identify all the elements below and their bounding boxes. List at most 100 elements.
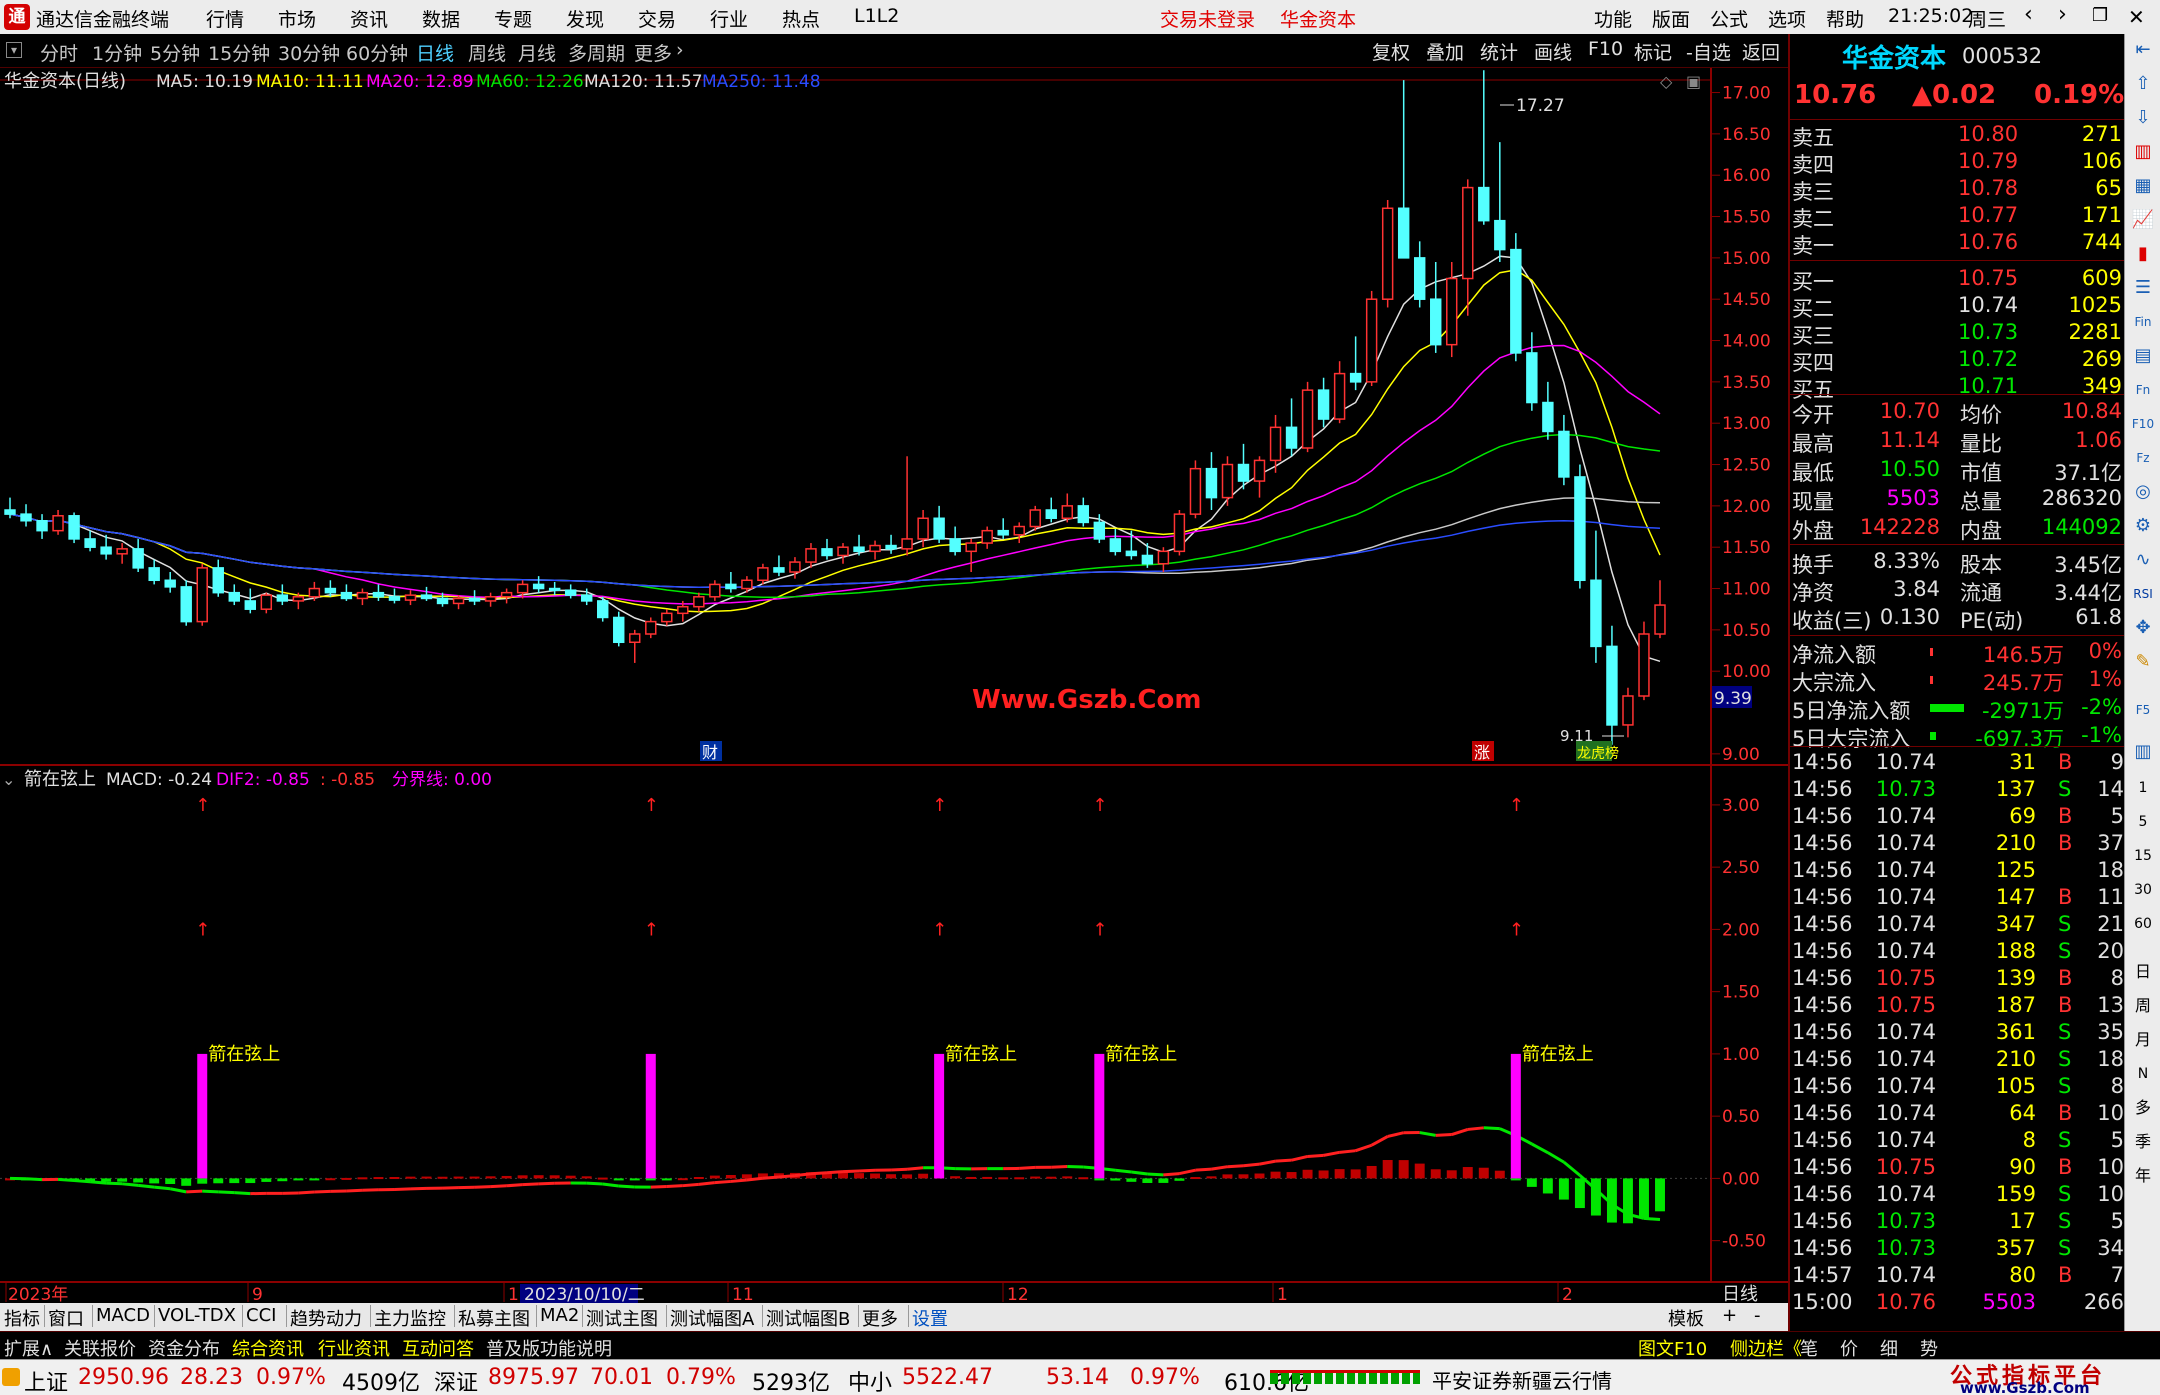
kline-chart[interactable]: 17.00 16.50 16.00 15.50 15.00 14.50 14.00 13.50…: [0, 68, 1788, 1305]
period-weekly[interactable]: 周线: [468, 39, 506, 66]
period-15-icon[interactable]: 15: [2131, 844, 2155, 868]
candle[interactable]: [356, 588, 369, 606]
fin-icon[interactable]: Fin: [2131, 310, 2155, 334]
candle[interactable]: [1622, 687, 1634, 738]
marker-cai[interactable]: 财: [702, 743, 718, 762]
candle[interactable]: [564, 584, 577, 599]
period-month-icon[interactable]: 月: [2131, 1028, 2155, 1052]
down-arrow-icon[interactable]: ⇩: [2131, 106, 2155, 130]
info-tab[interactable]: 关联报价: [64, 1335, 136, 1361]
indicator-tab[interactable]: 指标: [4, 1305, 40, 1331]
chevron-right-icon[interactable]: ›: [676, 39, 684, 61]
period-season-icon[interactable]: 季: [2131, 1130, 2155, 1154]
candle[interactable]: [340, 584, 353, 601]
candle[interactable]: [212, 559, 224, 597]
indicator-tab[interactable]: 窗口: [48, 1305, 84, 1331]
signal-marker[interactable]: ↑↑: [644, 795, 659, 1179]
signal-marker[interactable]: ↑ ↑ 箭在弦上: [932, 795, 1017, 1179]
candle[interactable]: [1205, 452, 1218, 510]
candle[interactable]: [1430, 262, 1442, 353]
candle[interactable]: [36, 514, 48, 539]
crosshair-icon[interactable]: ✥: [2131, 616, 2155, 640]
kline-icon[interactable]: ▮: [2131, 242, 2155, 266]
candle[interactable]: [500, 588, 513, 604]
candle[interactable]: [949, 526, 961, 556]
marker-longhu[interactable]: 龙虎榜: [1577, 745, 1619, 762]
tick-row[interactable]: 14:56 10.73 357 S 34: [1790, 1236, 2126, 1263]
candle[interactable]: [244, 588, 257, 614]
candle[interactable]: [901, 456, 913, 556]
login-status[interactable]: 交易未登录: [1160, 5, 1255, 32]
candle[interactable]: [1574, 464, 1586, 589]
candle[interactable]: [1189, 460, 1202, 519]
indicator-tab[interactable]: CCI: [246, 1305, 276, 1326]
candle[interactable]: [1157, 547, 1170, 572]
candle[interactable]: [228, 584, 240, 606]
tick-row[interactable]: 14:57 10.74 80 B 7: [1790, 1263, 2126, 1290]
order-book-row[interactable]: 卖三 10.78 65: [1790, 176, 2126, 204]
candle[interactable]: [1061, 493, 1073, 523]
menu-zixun[interactable]: 资讯: [350, 5, 388, 32]
menu-shichang[interactable]: 市场: [278, 5, 316, 32]
candle[interactable]: [372, 584, 385, 601]
panel-menu-icon[interactable]: ▾: [6, 42, 22, 58]
menu-shuju[interactable]: 数据: [422, 5, 460, 32]
candle[interactable]: [1253, 456, 1266, 498]
candle[interactable]: [1221, 456, 1234, 506]
tick-row[interactable]: 14:56 10.74 69 B 5: [1790, 804, 2126, 831]
wave-icon[interactable]: ∿: [2131, 548, 2155, 572]
order-book-row[interactable]: 卖二 10.77 171: [1790, 203, 2126, 231]
order-book-row[interactable]: 卖四 10.79 106: [1790, 149, 2126, 177]
menu-banmian[interactable]: 版面: [1652, 5, 1690, 32]
info-right-button[interactable]: 细: [1880, 1335, 1898, 1361]
candle[interactable]: [404, 590, 417, 606]
menu-redian[interactable]: 热点: [782, 5, 820, 32]
candle[interactable]: [965, 538, 977, 572]
tab-bar-right-button[interactable]: 模板: [1668, 1305, 1704, 1331]
tool-biaoji[interactable]: 标记: [1634, 38, 1672, 65]
tick-row[interactable]: 14:56 10.74 347 S 21: [1790, 912, 2126, 939]
tools-icon[interactable]: ⚙: [2131, 514, 2155, 538]
close-window-icon[interactable]: ✕: [2128, 5, 2145, 29]
order-book-row[interactable]: 卖一 10.76 744: [1790, 230, 2126, 258]
tick-row[interactable]: 15:00 10.76 5503 266: [1790, 1290, 2126, 1317]
period-daily[interactable]: 日线: [416, 39, 454, 66]
signal-marker[interactable]: ↑ ↑ 箭在弦上: [195, 795, 280, 1179]
candle[interactable]: [1365, 290, 1378, 386]
index-name[interactable]: 上证: [24, 1365, 68, 1395]
candle[interactable]: [180, 580, 192, 626]
collapse-icon[interactable]: ⇤: [2131, 38, 2155, 62]
candle[interactable]: [1029, 505, 1041, 531]
tick-row[interactable]: 14:56 10.75 90 B 10: [1790, 1155, 2126, 1182]
candle[interactable]: [1510, 233, 1522, 362]
candle[interactable]: [821, 538, 833, 560]
tick-row[interactable]: 14:56 10.74 159 S 10: [1790, 1182, 2126, 1209]
tab-bar-right-button[interactable]: -: [1754, 1305, 1761, 1326]
order-book-row[interactable]: 买四 10.72 269: [1790, 347, 2126, 375]
tool-tongji[interactable]: 统计: [1480, 38, 1518, 65]
info-tab[interactable]: 互动问答: [402, 1335, 474, 1361]
tick-row[interactable]: 14:56 10.74 8 S 5: [1790, 1128, 2126, 1155]
indicator-tab[interactable]: 测试主图: [586, 1305, 658, 1331]
candle[interactable]: [260, 592, 273, 614]
candle[interactable]: [1478, 70, 1490, 225]
tick-row[interactable]: 14:56 10.74 210 B 37: [1790, 831, 2126, 858]
candle[interactable]: [1494, 142, 1506, 262]
candle[interactable]: [148, 559, 160, 585]
indicator-tab[interactable]: 主力监控: [374, 1305, 446, 1331]
marker-zhang[interactable]: 涨: [1474, 743, 1490, 762]
candle[interactable]: [981, 526, 993, 549]
candle[interactable]: [1173, 510, 1186, 556]
candle[interactable]: [1413, 241, 1426, 308]
menu-hangqing[interactable]: 行情: [206, 5, 244, 32]
info-right-button[interactable]: 侧边栏《: [1730, 1335, 1802, 1361]
menu-gongshi[interactable]: 公式: [1710, 5, 1748, 32]
tick-row[interactable]: 14:56 10.74 147 B 11: [1790, 885, 2126, 912]
period-more[interactable]: 更多: [634, 39, 672, 66]
period-5-icon[interactable]: 5: [2131, 810, 2155, 834]
candle[interactable]: [1638, 621, 1650, 701]
menu-gongneng[interactable]: 功能: [1594, 5, 1632, 32]
candle[interactable]: [1606, 625, 1618, 745]
f5-icon[interactable]: F5: [2131, 698, 2155, 722]
candle[interactable]: [276, 584, 289, 606]
